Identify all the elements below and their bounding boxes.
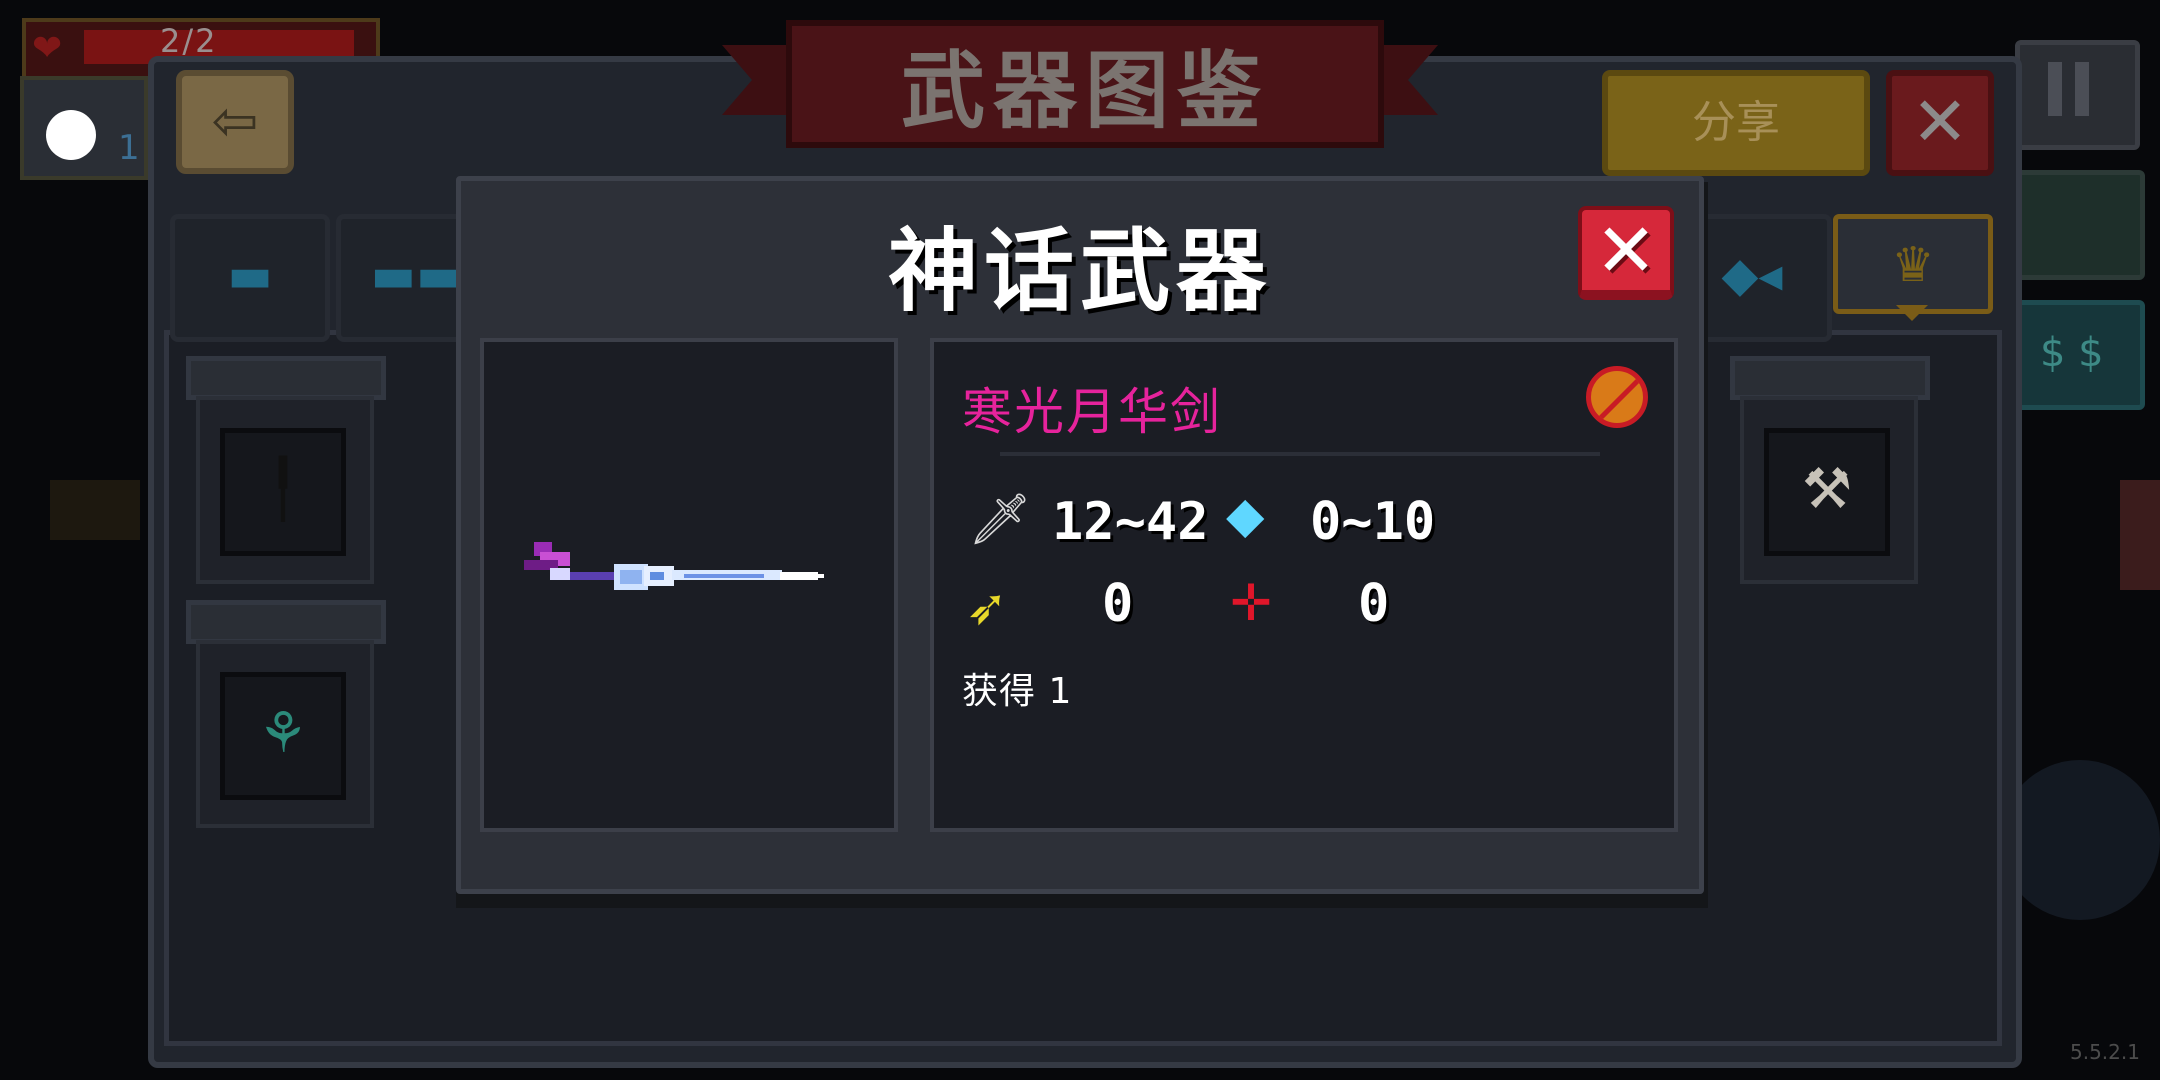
hp-text: 2/2 (160, 22, 218, 60)
close-icon: ✕ (1594, 208, 1657, 294)
codex-close-button[interactable]: ✕ (1886, 70, 1994, 176)
pistol-icon: ▬ (227, 247, 273, 303)
accuracy-icon: ✛ (1230, 574, 1272, 632)
pause-icon-bar (2075, 62, 2089, 116)
back-button[interactable]: ⇦ (176, 70, 294, 174)
weapon-slot: ⚒ (1764, 428, 1890, 556)
weapon-name: 寒光月华剑 (962, 383, 1222, 441)
plant-staff-icon: ⚘ (257, 701, 309, 766)
dialog-close-button[interactable]: ✕ (1578, 206, 1674, 300)
touch-indicator (46, 110, 96, 160)
heart-icon: ❤ (32, 28, 63, 69)
energy-icon: ◆ (1226, 486, 1265, 544)
close-icon: ✕ (1911, 83, 1969, 162)
player-character (2000, 760, 2160, 920)
weapon-cell[interactable]: ⚒ (1730, 356, 1930, 584)
coin-button[interactable]: $ $ (2015, 300, 2145, 410)
npc-character (2120, 480, 2160, 590)
weapon-cell[interactable]: ╿ (186, 356, 386, 584)
dialog-title: 神话武器 (888, 219, 1272, 324)
cell-cap (186, 600, 386, 644)
weapon-preview (480, 338, 898, 832)
signpost (50, 480, 140, 540)
codex-title: 武器图鉴 (900, 42, 1269, 140)
coin-icon: $ $ (2040, 330, 2104, 376)
energy-count: 1 (118, 128, 140, 168)
tab-mythic[interactable]: ♛ (1833, 214, 1993, 314)
energy-cost-value: 0~10 (1310, 492, 1436, 552)
axe-icon: ⚒ (1801, 457, 1853, 522)
cell-cap (186, 356, 386, 400)
accuracy-value: 0 (1358, 574, 1390, 634)
weapon-slot: ⚘ (220, 672, 346, 800)
damage-value: 12~42 (1052, 492, 1209, 552)
staff-icon: ╿ (266, 457, 300, 522)
no-sell-icon (1586, 366, 1648, 428)
sword-icon (524, 542, 824, 590)
pause-icon (2048, 62, 2062, 116)
swap-button[interactable] (2015, 170, 2145, 280)
crit-value: 0 (1102, 574, 1134, 634)
divider (1000, 452, 1600, 456)
tab-pistols[interactable]: ▬ (170, 214, 330, 342)
weapon-slot: ╿ (220, 428, 346, 556)
back-arrow-icon: ⇦ (211, 89, 259, 154)
version-label: 5.5.2.1 (2070, 1040, 2140, 1064)
crit-icon: ➶ (966, 578, 1008, 636)
share-button[interactable]: 分享 (1602, 70, 1870, 176)
weapon-cell[interactable]: ⚘ (186, 600, 386, 828)
crown-icon: ♛ (1891, 237, 1935, 293)
cell-cap (1730, 356, 1930, 400)
tab-active-indicator (1896, 305, 1928, 321)
acquired-count: 获得 1 (962, 671, 1073, 712)
damage-icon: 🗡 (968, 490, 1032, 548)
